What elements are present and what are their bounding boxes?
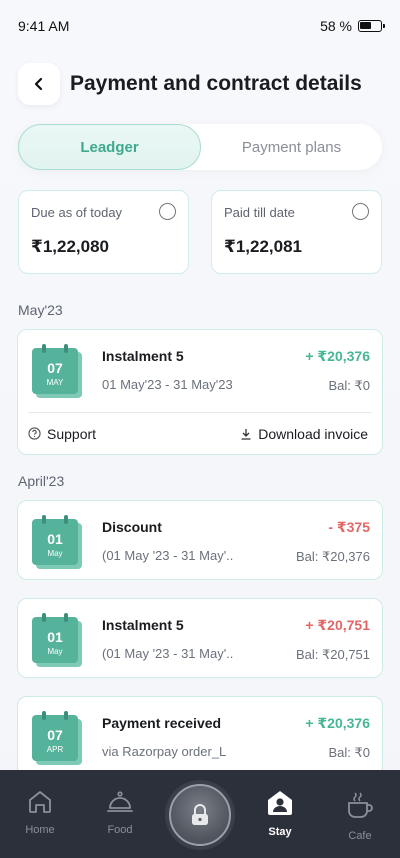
due-card[interactable]: Due as of today ₹1,22,080 <box>18 190 189 274</box>
transaction-balance: Bal: ₹20,751 <box>295 647 370 662</box>
transaction-card[interactable]: 07 MAY Instalment 5 01 May'23 - 31 May'2… <box>17 329 383 455</box>
transaction-period: via Razorpay order_L <box>102 744 227 759</box>
nav-food[interactable]: Food <box>88 790 152 836</box>
user-house-icon <box>268 791 292 815</box>
tab-payment-plans[interactable]: Payment plans <box>201 124 382 170</box>
transaction-title: Instalment 5 <box>102 348 184 364</box>
transaction-balance: Bal: ₹0 <box>328 745 370 760</box>
transaction-actions: Support Download invoice <box>28 412 372 454</box>
transaction-period: (01 May '23 - 31 May'.. <box>102 548 234 563</box>
transaction-amount: + ₹20,751 <box>305 617 370 633</box>
battery-percent: 58 % <box>320 18 352 34</box>
calendar-icon: 07 APR <box>32 711 82 765</box>
calendar-month: May <box>47 549 63 558</box>
nav-cafe[interactable]: Cafe <box>328 790 392 842</box>
tab-leadger[interactable]: Leadger <box>18 124 201 170</box>
transaction-amount: + ₹20,376 <box>305 348 370 364</box>
coffee-cup-icon <box>348 792 373 818</box>
battery-icon <box>358 20 385 32</box>
bottom-nav: Home Food Stay Cafe <box>0 770 400 858</box>
transaction-card[interactable]: 01 May Discount (01 May '23 - 31 May'.. … <box>17 500 383 580</box>
nav-lock[interactable] <box>168 784 232 846</box>
nav-home[interactable]: Home <box>8 790 72 836</box>
calendar-icon: 01 May <box>32 613 82 667</box>
transaction-card[interactable]: 07 APR Payment received via Razorpay ord… <box>17 696 383 776</box>
nav-cafe-label: Cafe <box>348 830 372 842</box>
transaction-card[interactable]: 01 May Instalment 5 (01 May '23 - 31 May… <box>17 598 383 678</box>
status-time: 9:41 AM <box>18 18 70 34</box>
transaction-period: (01 May '23 - 31 May'.. <box>102 646 234 661</box>
transaction-period: 01 May'23 - 31 May'23 <box>102 377 233 392</box>
header: Payment and contract details <box>0 52 400 108</box>
transaction-balance: Bal: ₹0 <box>328 378 370 393</box>
calendar-icon: 01 May <box>32 515 82 569</box>
nav-food-label: Food <box>107 824 133 836</box>
transaction-row: 07 MAY Instalment 5 01 May'23 - 31 May'2… <box>18 330 382 410</box>
home-icon <box>29 791 51 813</box>
cloche-icon <box>107 791 133 812</box>
page-title: Payment and contract details <box>70 72 362 95</box>
battery-indicator: 58 % <box>320 18 385 34</box>
transaction-balance: Bal: ₹20,376 <box>295 549 370 564</box>
lock-button[interactable] <box>169 784 231 846</box>
transaction-row: 01 May Discount (01 May '23 - 31 May'.. … <box>18 501 382 581</box>
paid-card[interactable]: Paid till date ₹1,22,081 <box>211 190 382 274</box>
transaction-amount: + ₹20,376 <box>305 715 370 731</box>
calendar-month: May <box>47 647 63 656</box>
calendar-day: 01 <box>47 629 63 645</box>
calendar-month: APR <box>46 745 64 754</box>
chevron-left-icon <box>34 77 43 91</box>
due-radio[interactable] <box>159 203 176 220</box>
calendar-day: 07 <box>47 727 63 743</box>
due-label: Due as of today <box>31 205 123 220</box>
support-label: Support <box>47 425 97 442</box>
calendar-icon: 07 MAY <box>32 344 82 398</box>
download-invoice-button[interactable]: Download invoice <box>240 426 368 442</box>
nav-home-label: Home <box>25 824 55 836</box>
month-label-may: May'23 <box>18 302 63 318</box>
transaction-amount: - ₹375 <box>328 519 370 535</box>
calendar-day: 01 <box>47 531 63 547</box>
support-button[interactable]: Support <box>28 426 96 442</box>
transaction-title: Instalment 5 <box>102 617 184 633</box>
paid-radio[interactable] <box>352 203 369 220</box>
status-bar: 9:41 AM 58 % <box>0 0 400 52</box>
month-label-april: April'23 <box>18 473 65 489</box>
due-value: ₹1,22,080 <box>31 237 110 256</box>
calendar-month: MAY <box>46 378 64 387</box>
paid-label: Paid till date <box>224 205 295 220</box>
calendar-day: 07 <box>47 360 63 376</box>
transaction-row: 01 May Instalment 5 (01 May '23 - 31 May… <box>18 599 382 679</box>
transaction-title: Discount <box>102 519 162 535</box>
download-invoice-label: Download invoice <box>258 425 368 442</box>
back-button[interactable] <box>18 63 60 105</box>
download-icon <box>241 428 251 440</box>
tab-bar: Leadger Payment plans <box>18 124 382 170</box>
transaction-row: 07 APR Payment received via Razorpay ord… <box>18 697 382 777</box>
transaction-title: Payment received <box>102 715 222 731</box>
help-circle-icon <box>28 427 41 440</box>
lock-icon <box>192 804 208 825</box>
paid-value: ₹1,22,081 <box>224 237 303 256</box>
nav-stay[interactable]: Stay <box>248 790 312 838</box>
nav-stay-label: Stay <box>268 826 292 838</box>
summary-cards: Due as of today ₹1,22,080 Paid till date… <box>0 170 400 274</box>
